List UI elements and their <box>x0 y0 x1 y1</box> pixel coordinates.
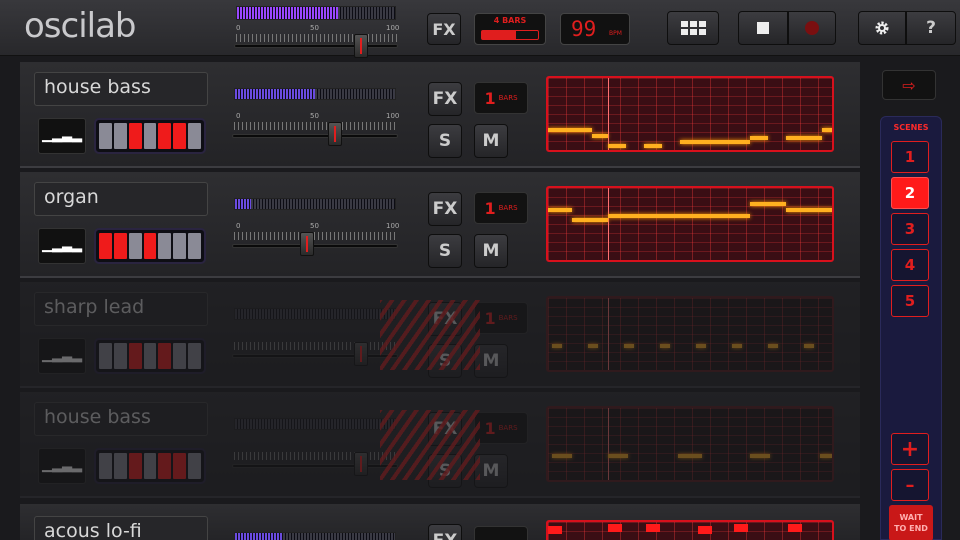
track-level-meter <box>234 308 396 320</box>
arpeggio-icon: ▁▂▃▂ <box>42 238 82 253</box>
scale-keys[interactable] <box>94 338 206 374</box>
track-list: house bass ▁▂▃▂ 0 50 100 FX S M 1 BARS orga <box>20 62 860 540</box>
track-name[interactable]: sharp lead <box>34 292 208 326</box>
record-icon <box>805 21 819 35</box>
scene-button-1[interactable]: 1 <box>891 141 929 173</box>
track-row: acous lo-fi FX <box>20 504 860 540</box>
track-volume-slider[interactable] <box>354 452 368 476</box>
track-level-meter <box>234 418 396 430</box>
disabled-hatch <box>380 300 480 370</box>
track-bars-selector[interactable]: 1 BARS <box>474 412 528 444</box>
add-scene-button[interactable]: + <box>891 433 929 465</box>
app-logo: oscilab <box>24 6 137 46</box>
track-bars-selector[interactable]: 1 BARS <box>474 82 528 114</box>
track-row: sharp lead ▁▂▃▂ FX S M 1BARS <box>20 282 860 388</box>
top-bar: oscilab 0 50 100 FX 4 BARS 99 BPM ? <box>0 0 960 58</box>
scenes-panel: SCENES 1 2 3 4 5 + – WAIT TO END <box>880 116 942 540</box>
master-volume-slider[interactable] <box>354 34 368 58</box>
scale-keys[interactable] <box>94 228 206 264</box>
pattern-grid[interactable] <box>546 186 834 262</box>
mute-button[interactable]: M <box>474 124 508 158</box>
solo-button[interactable]: S <box>428 124 462 158</box>
track-name[interactable]: house bass <box>34 402 208 436</box>
grid-icon <box>680 21 706 35</box>
pattern-shape-button[interactable]: ▁▂▃▂ <box>38 448 86 484</box>
output-routing-button[interactable]: ⇨ <box>882 70 936 100</box>
help-button[interactable]: ? <box>906 11 956 45</box>
scale-keys[interactable] <box>94 118 206 154</box>
track-level-meter <box>234 88 396 100</box>
pattern-view-button[interactable] <box>667 11 719 45</box>
arpeggio-icon: ▁▂▃▂ <box>42 348 82 363</box>
remove-scene-button[interactable]: – <box>891 469 929 501</box>
scene-button-4[interactable]: 4 <box>891 249 929 281</box>
stop-icon <box>757 22 769 34</box>
stop-button[interactable] <box>738 11 788 45</box>
track-level-meter <box>234 532 396 540</box>
track-bars-selector[interactable]: 1 BARS <box>474 192 528 224</box>
mute-button[interactable]: M <box>474 234 508 268</box>
scene-button-2[interactable]: 2 <box>891 177 929 209</box>
pattern-shape-button[interactable]: ▁▂▃▂ <box>38 118 86 154</box>
routing-icon: ⇨ <box>902 75 916 95</box>
arpeggio-icon: ▁▂▃▂ <box>42 128 82 143</box>
track-name[interactable]: house bass <box>34 72 208 106</box>
settings-button[interactable] <box>858 11 906 45</box>
loop-progress-bar <box>481 30 539 40</box>
tempo-unit: BPM <box>609 30 622 37</box>
track-row: organ ▁▂▃▂ 0 50 100 FX S M 1 BARS <box>20 172 860 278</box>
record-button[interactable] <box>788 11 836 45</box>
track-volume-slider[interactable] <box>354 342 368 366</box>
master-fx-button[interactable]: FX <box>427 13 461 45</box>
arpeggio-icon: ▁▂▃▂ <box>42 458 82 473</box>
loop-length-display[interactable]: 4 BARS <box>474 13 546 45</box>
track-fx-button[interactable]: FX <box>428 82 462 116</box>
scene-button-5[interactable]: 5 <box>891 285 929 317</box>
tempo-display[interactable]: 99 BPM <box>560 13 630 45</box>
track-level-meter <box>234 198 396 210</box>
pattern-grid[interactable] <box>546 76 834 152</box>
track-bars-selector[interactable] <box>474 526 528 540</box>
track-fx-button[interactable]: FX <box>428 524 462 540</box>
track-volume-slider[interactable] <box>300 232 314 256</box>
track-volume-slider[interactable] <box>328 122 342 146</box>
tempo-value: 99 <box>571 17 597 41</box>
track-row: house bass ▁▂▃▂ FX S M 1BARS <box>20 392 860 498</box>
track-fx-button[interactable]: FX <box>428 192 462 226</box>
scenes-title: SCENES <box>893 123 929 132</box>
pattern-grid[interactable] <box>546 520 834 540</box>
track-name[interactable]: organ <box>34 182 208 216</box>
scale-keys[interactable] <box>94 448 206 484</box>
scene-button-3[interactable]: 3 <box>891 213 929 245</box>
track-bars-selector[interactable]: 1 BARS <box>474 302 528 334</box>
pattern-shape-button[interactable]: ▁▂▃▂ <box>38 338 86 374</box>
wait-to-end-button[interactable]: WAIT TO END <box>889 505 933 540</box>
master-level-meter <box>236 6 396 20</box>
solo-button[interactable]: S <box>428 234 462 268</box>
pattern-shape-button[interactable]: ▁▂▃▂ <box>38 228 86 264</box>
track-name[interactable]: acous lo-fi <box>34 516 208 540</box>
loop-length-label: 4 BARS <box>493 16 527 25</box>
pattern-grid[interactable] <box>546 296 834 372</box>
pattern-grid[interactable] <box>546 406 834 482</box>
master-volume-track <box>234 44 398 48</box>
gear-icon <box>875 21 889 35</box>
track-row: house bass ▁▂▃▂ 0 50 100 FX S M 1 BARS <box>20 62 860 168</box>
disabled-hatch <box>380 410 480 480</box>
